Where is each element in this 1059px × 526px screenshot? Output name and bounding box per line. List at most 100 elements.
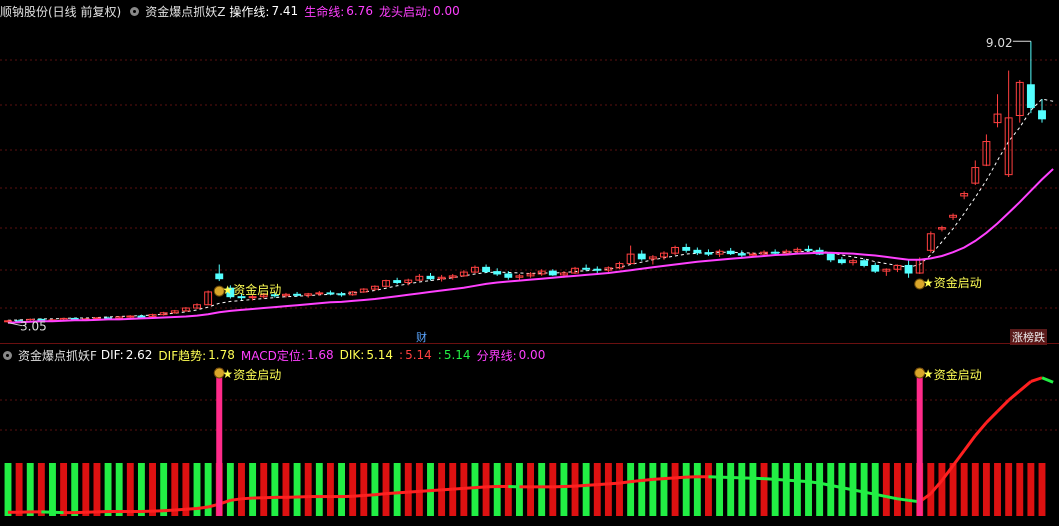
candle-down [704,252,713,255]
sub-indicator-chart[interactable]: ★ 资金启动 ★ 资金启动 [0,344,1059,526]
dif-line-down [786,478,798,483]
candle-down [1026,84,1035,108]
bar-green [871,463,879,516]
bar-red [360,463,368,516]
dif-line-up [419,489,431,493]
dif-line-down [1041,376,1054,384]
bar-red [1005,463,1013,516]
dif-line-up [663,476,676,481]
bar-green [560,463,568,516]
dif-line-up [474,485,487,490]
life-line [7,168,1054,324]
dif-line-up [241,496,253,501]
bar-green [649,463,657,516]
dif-line-up [185,507,198,511]
dif-value: 2.62 [125,348,153,362]
bar-green [26,463,34,516]
dif-line-up [652,477,665,481]
dif-line-up [630,479,642,484]
dif-line-up [1007,389,1021,402]
dif-line-up [196,505,209,511]
candle-up [315,292,324,295]
bar-green [226,463,234,516]
candle-down [548,270,557,276]
bar-green [727,463,735,516]
main-chart-pane[interactable]: 顺钠股份(日线 前复权) 资金爆点抓妖Z 操作线: 7.41 生命线: 6.76… [0,0,1059,343]
signal-column [916,368,923,516]
candle-down [693,249,702,254]
dif-line-up [230,497,242,502]
max-price-label: 9.02 [986,36,1013,50]
bar-red [1027,463,1035,516]
bar-red [60,463,68,516]
split-line-value: 0.00 [518,348,546,362]
candle-down [771,251,780,254]
bar-green [137,463,145,516]
dif-line-up [408,489,420,494]
sub-chart-pane[interactable]: 资金爆点抓妖F DIF: 2.62 DIF趋势: 1.78 MACD定位: 1.… [0,344,1059,526]
bar-green [471,463,479,516]
settings-gear-icon[interactable] [130,6,140,16]
sub-indicator-name[interactable]: 资金爆点抓妖F [18,347,97,364]
dif-line-up [1030,376,1043,383]
bar-red [126,463,134,516]
dik2-value: 5.14 [405,348,432,362]
candlestick-chart[interactable]: 9.023.05★ 资金启动★ 资金启动 [0,0,1059,343]
dif-line-up [163,508,175,513]
candle-down [326,292,335,295]
dif-line-up [441,487,453,492]
bar-red [149,463,156,516]
dragon-start-value: 0.00 [433,4,460,18]
candle-down [637,253,646,260]
bar-green [249,463,257,516]
dif-line-up [352,493,364,498]
bar-red [304,463,312,516]
bar-red [326,463,334,516]
candle-up [748,253,757,256]
dif-line-up [996,399,1010,413]
candle-down [1038,110,1046,120]
bar-green [538,463,546,516]
bar-red [549,463,557,516]
bar-green [860,463,868,516]
bar-green [582,463,590,516]
bar-red [971,463,979,516]
bar-green [749,463,757,516]
candle-down [215,273,224,280]
bar-green [338,463,345,516]
macd-pos-value: 1.68 [306,348,334,362]
bar-red [994,463,1001,516]
bar-green [515,463,523,516]
bar-green [771,463,779,516]
dif-line-up [385,491,398,496]
dif-line-up [397,490,409,495]
bar-red [93,463,101,516]
dif-line-up [586,483,598,487]
sub-indicator-header: 资金爆点抓妖F DIF: 2.62 DIF趋势: 1.78 MACD定位: 1.… [0,344,1059,366]
bar-red [37,463,45,516]
bar-green [71,463,79,516]
stock-title[interactable]: 顺钠股份(日线 前复权) [0,3,121,20]
dif-line-down [897,497,909,502]
dif-line-up [985,410,999,424]
bar-green [682,463,690,516]
dif-line-up [597,482,609,487]
bar-red [404,463,412,516]
bar-green [805,463,812,516]
settings-gear-icon[interactable] [3,350,12,360]
dif-line-up [374,492,387,497]
bar-red [982,463,990,516]
dif-line-down [797,479,809,484]
bar-red [1038,463,1046,516]
dif-line-down [775,477,787,482]
candle-down [426,275,435,280]
bar-red [960,463,968,516]
signal-label: 资金启动 [934,275,982,290]
signal-label: 资金启动 [233,282,281,297]
candle-down [293,293,302,296]
star-icon: ★ [923,276,934,290]
main-indicator-name[interactable]: 资金爆点抓妖Z [145,3,225,20]
bar-red [760,463,768,516]
dik3-label: : [437,348,442,362]
bar-red [504,463,512,516]
